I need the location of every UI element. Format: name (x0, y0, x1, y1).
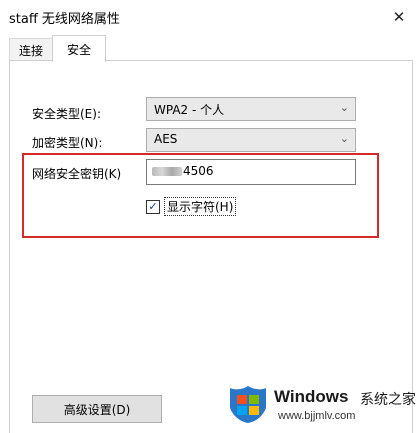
advanced-settings-button[interactable]: 高级设置(D) (32, 395, 162, 423)
show-characters-label[interactable]: 显示字符(H) (164, 197, 237, 216)
encryption-type-value: AES (154, 132, 178, 146)
security-panel: 安全类型(E): WPA2 - 个人 ⌄ 加密类型(N): AES ⌄ 网络安全… (9, 60, 413, 433)
watermark: Windows 系统之家 www.bjjmlv.com (228, 382, 418, 432)
blurred-key-mask (152, 167, 182, 176)
network-key-value: 4506 (183, 164, 214, 178)
windows-logo-icon (230, 386, 266, 423)
tab-connection[interactable]: 连接 (9, 38, 53, 61)
chevron-down-icon: ⌄ (339, 132, 349, 145)
title-bar: staff 无线网络属性 ✕ (0, 0, 419, 34)
tab-strip: 连接 安全 (0, 34, 419, 62)
encryption-type-select[interactable]: AES ⌄ (146, 128, 356, 152)
watermark-brand: Windows (274, 387, 349, 406)
window-title: staff 无线网络属性 (9, 12, 120, 27)
close-button[interactable]: ✕ (385, 4, 413, 30)
network-key-label: 网络安全密钥(K) (32, 167, 122, 181)
close-icon: ✕ (392, 8, 406, 26)
network-key-input[interactable]: 4506 (146, 159, 356, 185)
security-type-select[interactable]: WPA2 - 个人 ⌄ (146, 97, 356, 121)
security-type-label: 安全类型(E): (32, 107, 101, 121)
tab-security[interactable]: 安全 (52, 35, 106, 62)
show-characters-option[interactable]: ✓ 显示字符(H) (146, 197, 237, 216)
security-type-value: WPA2 - 个人 (154, 103, 225, 117)
watermark-brand-cn: 系统之家 (360, 392, 416, 408)
chevron-down-icon: ⌄ (339, 101, 349, 114)
watermark-url: www.bjjmlv.com (278, 410, 356, 422)
encryption-type-label: 加密类型(N): (32, 136, 103, 150)
show-characters-checkbox[interactable]: ✓ (146, 199, 160, 214)
